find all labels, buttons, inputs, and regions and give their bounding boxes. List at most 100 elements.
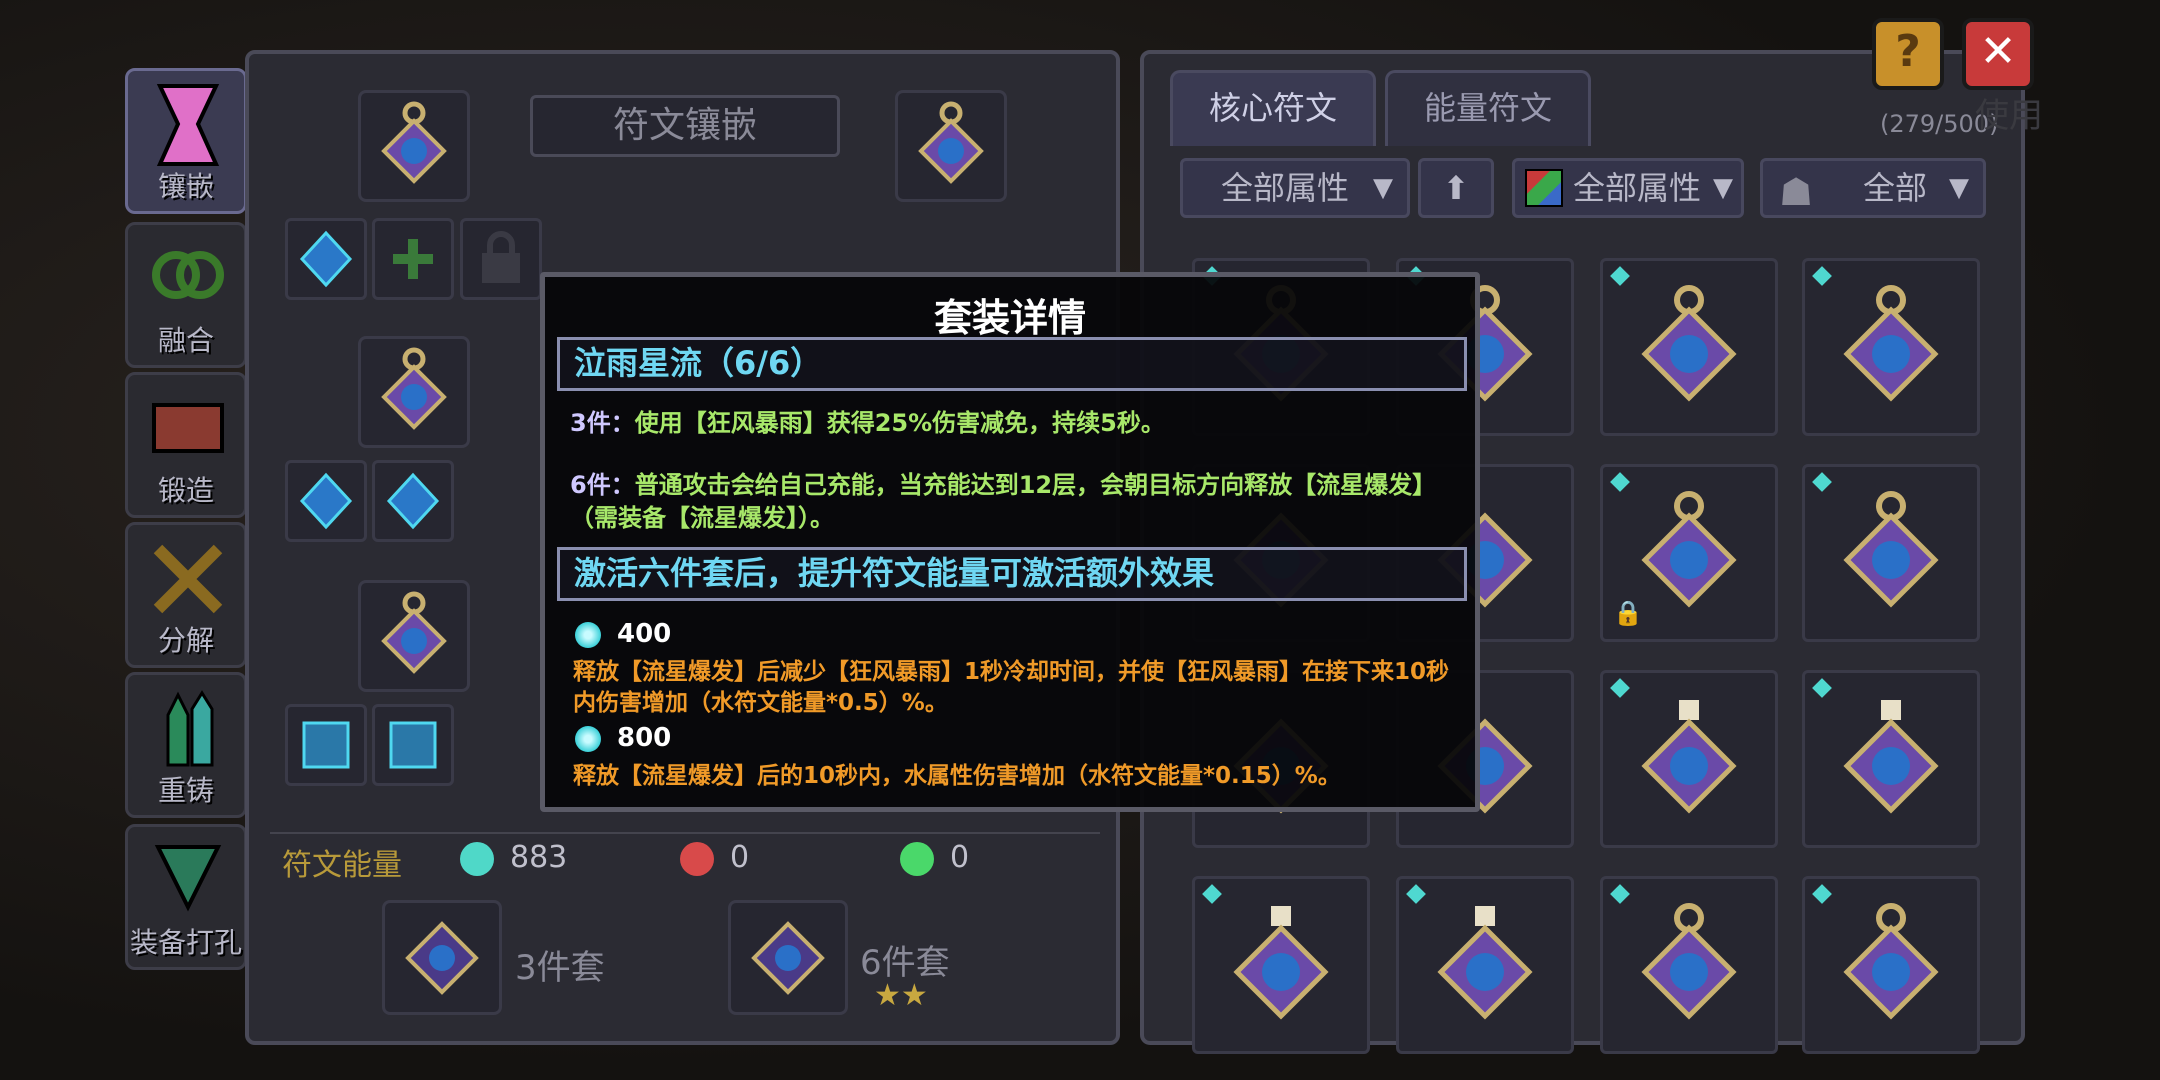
rune-set-icon bbox=[405, 920, 479, 995]
tier-value: 800 bbox=[617, 723, 672, 753]
bonus-6-text: 普通攻击会给自己充能，当充能达到12层，会朝目标方向释放【流星爆发】（需装备【流… bbox=[570, 471, 1437, 532]
sidebar-item-drill[interactable]: 装备打孔 bbox=[125, 824, 247, 970]
sidebar-item-recast[interactable]: 重铸 bbox=[125, 672, 247, 818]
sidebar-item-forge[interactable]: 锻造 bbox=[125, 372, 247, 518]
sidebar-item-label: 融合 bbox=[157, 324, 214, 357]
arrow-up-icon: ⬆ bbox=[1442, 169, 1470, 207]
chevron-down-icon: ▼ bbox=[1949, 173, 1969, 203]
type-filter-label: 全部 bbox=[1863, 169, 1928, 207]
water-gem-icon bbox=[1812, 472, 1832, 492]
rune-item[interactable]: 🔒 bbox=[1600, 464, 1778, 642]
sidebar-item-disassemble[interactable]: 分解 bbox=[125, 522, 247, 668]
rune-item[interactable] bbox=[1600, 876, 1778, 1054]
set-3-label: 3件套 bbox=[515, 948, 605, 988]
rune-energy-row: 符文能量 883 0 0 bbox=[270, 840, 1090, 896]
rune-item[interactable] bbox=[1192, 876, 1370, 1054]
rune-item[interactable] bbox=[1396, 876, 1574, 1054]
rune-icon bbox=[1437, 906, 1533, 1020]
panel-title: 符文镶嵌 bbox=[530, 95, 840, 157]
rune-item[interactable] bbox=[1802, 876, 1980, 1054]
sidebar-item-inlay[interactable]: 镶嵌 bbox=[125, 68, 247, 214]
sidebar-item-label: 锻造 bbox=[157, 474, 214, 507]
water-energy-value: 883 bbox=[510, 840, 568, 875]
set-3-card[interactable] bbox=[382, 900, 502, 1015]
rune-icon bbox=[1843, 903, 1939, 1020]
energy-rune-slot[interactable] bbox=[285, 704, 367, 786]
extra-effects-header: 激活六件套后，提升符文能量可激活额外效果 bbox=[557, 547, 1467, 601]
close-button[interactable]: ✕ bbox=[1962, 18, 2034, 90]
water-energy: 883 bbox=[460, 840, 567, 876]
rune-item[interactable] bbox=[1600, 670, 1778, 848]
attribute-filter-label: 全部属性 bbox=[1221, 169, 1350, 207]
element-filter-label: 全部属性 bbox=[1573, 169, 1702, 207]
fire-rune-icon bbox=[680, 841, 714, 876]
sort-order-button[interactable]: ⬆ bbox=[1418, 158, 1494, 218]
lock-icon: 🔒 bbox=[1613, 599, 1643, 627]
rune-slot[interactable] bbox=[358, 336, 470, 448]
rune-icon bbox=[1843, 285, 1939, 402]
sidebar-item-label: 装备打孔 bbox=[129, 926, 242, 959]
chevron-down-icon: ▼ bbox=[1373, 173, 1393, 203]
locked-rune-slot[interactable] bbox=[460, 218, 542, 300]
rune-icon bbox=[1843, 700, 1939, 814]
tab-energy-runes[interactable]: 能量符文 bbox=[1385, 70, 1591, 146]
rune-set-icon bbox=[751, 920, 825, 995]
tier-800: 800 bbox=[575, 723, 671, 753]
tier-400: 400 bbox=[575, 619, 671, 649]
water-gem-icon bbox=[1812, 884, 1832, 904]
water-gem-icon bbox=[1610, 884, 1630, 904]
type-filter-dropdown[interactable]: ☗ 全部 ▼ bbox=[1760, 158, 1986, 218]
water-gem-icon bbox=[1610, 472, 1630, 492]
set-details-modal: 套装详情 泣雨星流（6/6） 3件：使用【狂风暴雨】获得25%伤害减免，持续5秒… bbox=[540, 272, 1480, 812]
rune-item[interactable] bbox=[1802, 258, 1980, 436]
nature-energy-value: 0 bbox=[950, 840, 970, 875]
rune-slot[interactable] bbox=[358, 580, 470, 692]
water-gem-icon bbox=[1812, 266, 1832, 286]
energy-rune-slot[interactable] bbox=[285, 460, 367, 542]
drill-icon bbox=[154, 845, 222, 912]
set-6-card[interactable] bbox=[728, 900, 848, 1015]
set-name-header: 泣雨星流（6/6） bbox=[557, 337, 1467, 391]
tier-800-description: 释放【流星爆发】后的10秒内，水属性伤害增加（水符文能量*0.15）%。 bbox=[573, 763, 1341, 789]
rune-slot[interactable] bbox=[358, 90, 470, 202]
water-gem-icon bbox=[1202, 884, 1222, 904]
rune-item[interactable] bbox=[1600, 258, 1778, 436]
bonus-3-key: 3件： bbox=[570, 409, 635, 437]
rune-icon bbox=[381, 347, 447, 430]
rune-icon bbox=[1641, 700, 1737, 814]
add-rune-slot[interactable] bbox=[372, 218, 454, 300]
rune-icon bbox=[1641, 285, 1737, 402]
set-6-label: 6件套 bbox=[860, 943, 950, 983]
rune-slot[interactable] bbox=[895, 90, 1007, 202]
energy-rune-slot[interactable] bbox=[372, 704, 454, 786]
hourglass-icon bbox=[156, 84, 220, 166]
sidebar-item-fusion[interactable]: 融合 bbox=[125, 222, 247, 368]
rune-icon bbox=[389, 721, 437, 769]
energy-rune-slot[interactable] bbox=[372, 460, 454, 542]
fire-energy: 0 bbox=[680, 840, 749, 876]
rune-item[interactable] bbox=[1802, 670, 1980, 848]
tab-core-runes[interactable]: 核心符文 bbox=[1170, 70, 1376, 146]
water-rune-icon bbox=[460, 841, 494, 876]
water-gem-icon bbox=[1610, 266, 1630, 286]
water-gem-icon bbox=[575, 725, 601, 752]
rune-icon bbox=[918, 101, 984, 184]
bonus-3-text: 使用【狂风暴雨】获得25%伤害减免，持续5秒。 bbox=[634, 409, 1165, 437]
help-button[interactable]: ? bbox=[1872, 18, 1944, 90]
energy-rune-slot[interactable] bbox=[285, 218, 367, 300]
sidebar-item-label: 镶嵌 bbox=[157, 170, 214, 203]
nature-energy: 0 bbox=[900, 840, 969, 876]
attribute-filter-dropdown[interactable]: 全部属性 ▼ bbox=[1180, 158, 1410, 218]
lock-icon bbox=[482, 231, 520, 283]
rune-icon bbox=[1233, 906, 1329, 1020]
rune-icon bbox=[1641, 903, 1737, 1020]
creature-icon: ☗ bbox=[1779, 170, 1814, 214]
crystal-icon bbox=[166, 690, 214, 767]
modal-title: 套装详情 bbox=[933, 296, 1086, 340]
rune-item[interactable] bbox=[1802, 464, 1980, 642]
element-color-icon bbox=[1525, 169, 1563, 207]
nature-rune-icon bbox=[900, 841, 934, 876]
element-filter-dropdown[interactable]: 全部属性 ▼ bbox=[1512, 158, 1744, 218]
rune-icon bbox=[302, 721, 350, 769]
energy-label: 符文能量 bbox=[282, 848, 402, 883]
